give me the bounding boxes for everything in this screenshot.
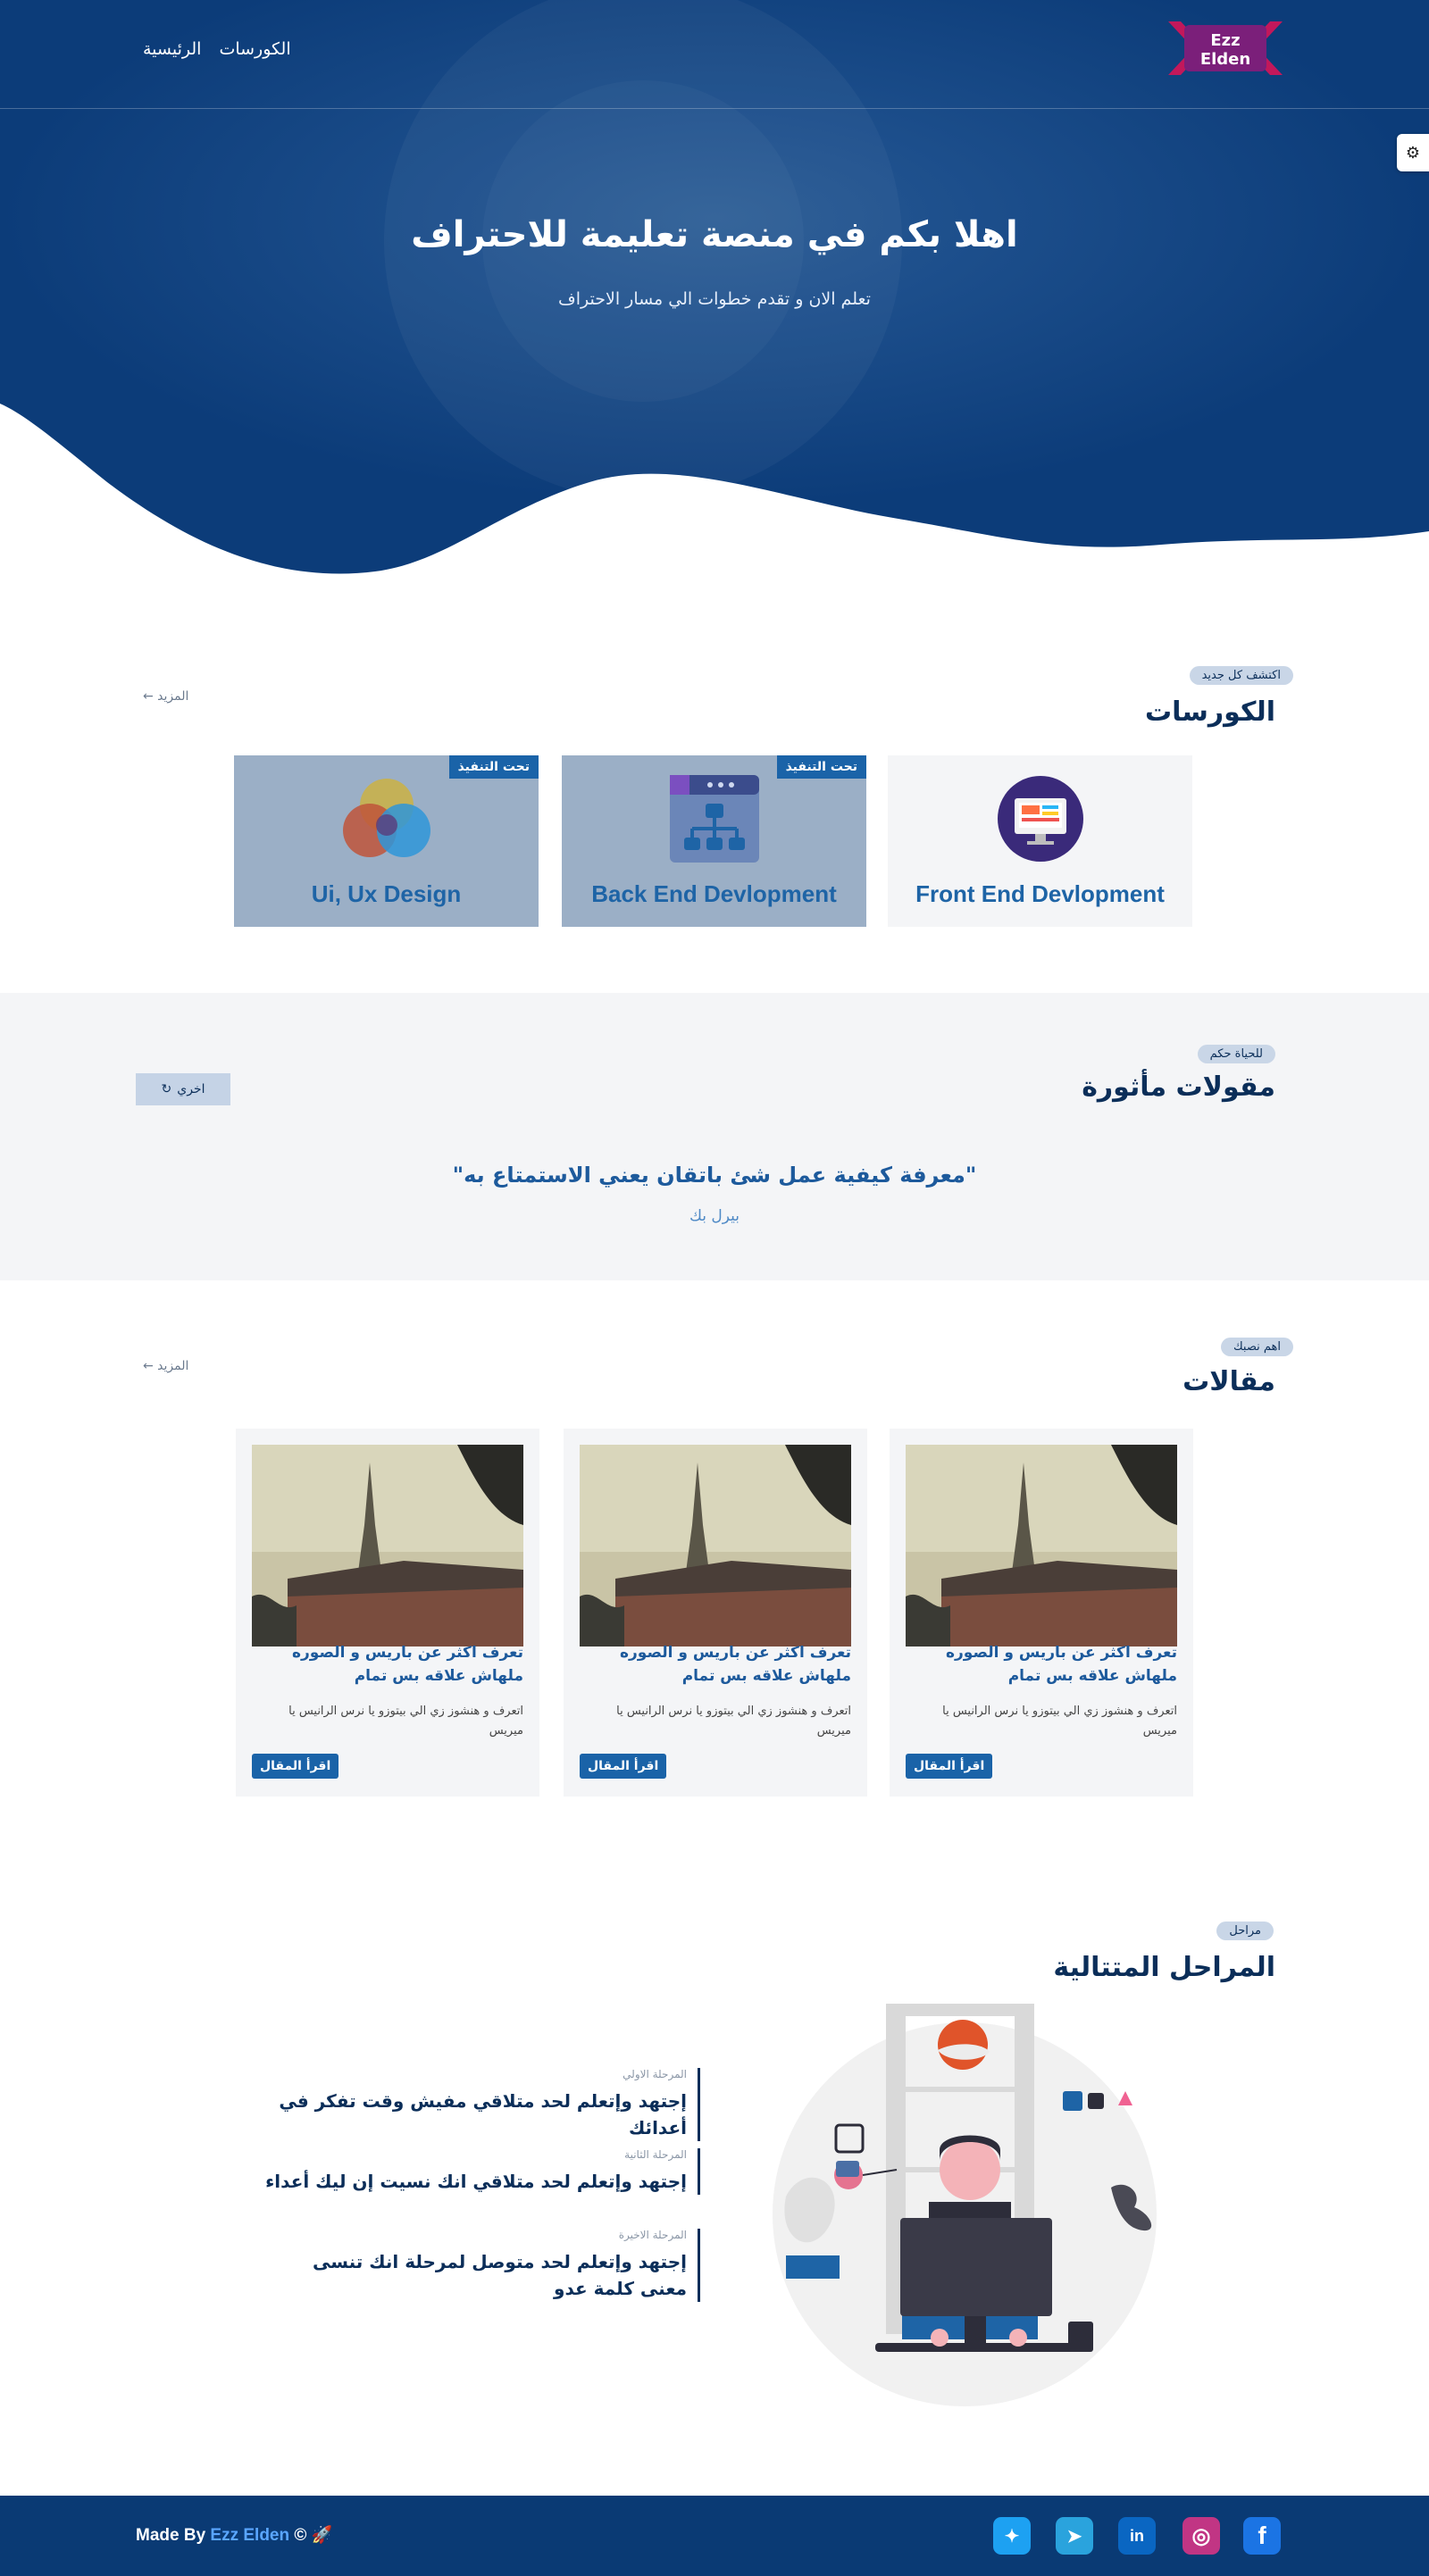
nav-home-link[interactable]: الرئيسية (143, 39, 201, 59)
hero-subtitle: تعلم الان و تقدم خطوات الي مسار الاحتراف (558, 289, 871, 309)
article-description: اتعرف و هنشوز زي الي بيتوزو يا نرس الران… (288, 1705, 523, 1738)
stage-step-1: المرحلة الاولي إجتهد وإتعلم لحد متلاقي م… (263, 2068, 700, 2141)
stage-text: إجتهد وإتعلم لحد متلاقي مفيش وقت تفكر في… (279, 2090, 687, 2138)
stage-step-2: المرحلة الثانية إجتهد وإتعلم لحد متلاقي … (263, 2148, 700, 2195)
article-title[interactable]: تعرف اكثر عن باريس و الصوره ملهاش علاقه … (906, 1641, 1177, 1688)
color-circles-icon (343, 779, 430, 857)
article-card: تعرف اكثر عن باريس و الصوره ملهاش علاقه … (236, 1429, 539, 1797)
articles-more-link[interactable]: المزيد ← (143, 1359, 188, 1373)
hero-section: الرئيسية الكورسات Ezz Elden اهلا بكم في … (0, 0, 1429, 589)
network-icon (670, 775, 759, 863)
made-by-text: Made By Ezz Elden © 🚀 (136, 2524, 332, 2546)
copyright-rocket: © 🚀 (294, 2526, 333, 2545)
stages-badge: مراحل (1216, 1922, 1274, 1940)
nav-courses-link[interactable]: الكورسات (219, 39, 290, 59)
hero-title: اهلا بكم في منصة تعليمة للاحتراف (411, 214, 1018, 255)
made-by-label: Made By (136, 2526, 206, 2545)
telegram-icon[interactable]: ➤ (1056, 2517, 1093, 2555)
quote-text: "معرفة كيفية عمل شئ باتقان يعني الاستمتا… (452, 1163, 977, 1188)
stage-label: المرحلة الاولي (623, 2068, 687, 2080)
article-title[interactable]: تعرف اكثر عن باريس و الصوره ملهاش علاقه … (580, 1641, 851, 1688)
linkedin-icon[interactable]: in (1118, 2517, 1156, 2555)
read-article-button[interactable]: اقرأ المقال (580, 1754, 667, 1779)
courses-badge: اكتشف كل جديد (1189, 666, 1293, 685)
stages-title: المراحل المتتالية (1053, 1952, 1275, 1983)
other-quote-button[interactable]: اخري ↻ (136, 1073, 230, 1105)
twitter-icon[interactable]: ✦ (993, 2517, 1031, 2555)
article-card: تعرف اكثر عن باريس و الصوره ملهاش علاقه … (890, 1429, 1193, 1797)
status-badge: تحت التنفيذ (776, 755, 866, 779)
course-title: Front End Devlopment (915, 880, 1165, 907)
course-card-back-end[interactable]: تحت التنفيذ Back End Devlopment (562, 755, 866, 927)
quotes-title: مقولات مأثورة (1082, 1071, 1275, 1103)
stage-label: المرحلة الاخيرة (618, 2229, 687, 2241)
developer-illustration (773, 2004, 1157, 2406)
stage-label: المرحلة الثانية (624, 2148, 687, 2161)
navbar: الرئيسية الكورسات Ezz Elden (0, 0, 1429, 109)
svg-text:Elden: Elden (1200, 50, 1250, 69)
course-card-ui-ux[interactable]: تحت التنفيذ Ui, Ux Design (234, 755, 539, 927)
read-article-button[interactable]: اقرأ المقال (906, 1754, 993, 1779)
article-title[interactable]: تعرف اكثر عن باريس و الصوره ملهاش علاقه … (252, 1641, 523, 1688)
quotes-badge: للحياة حكم (1197, 1045, 1275, 1063)
page: الرئيسية الكورسات Ezz Elden اهلا بكم في … (0, 0, 1429, 2576)
article-card: تعرف اكثر عن باريس و الصوره ملهاش علاقه … (564, 1429, 867, 1797)
articles-title: مقالات (1182, 1366, 1275, 1397)
svg-text:Ezz: Ezz (1210, 31, 1240, 50)
article-description: اتعرف و هنشوز زي الي بيتوزو يا نرس الران… (616, 1705, 851, 1738)
stage-step-3: المرحلة الاخيرة إجتهد وإتعلم لحد متوصل ل… (263, 2229, 700, 2302)
stage-text: إجتهد وإتعلم لحد متوصل لمرحلة انك تنسى م… (313, 2251, 687, 2299)
nav-links: الرئيسية الكورسات (143, 39, 291, 59)
course-title: Back End Devlopment (591, 880, 837, 907)
article-description: اتعرف و هنشوز زي الي بيتوزو يا نرس الران… (942, 1705, 1177, 1738)
courses-title: الكورسات (1145, 696, 1275, 728)
read-article-button[interactable]: اقرأ المقال (252, 1754, 339, 1779)
article-image (252, 1445, 523, 1646)
settings-gear-icon[interactable]: ⚙ (1397, 134, 1429, 171)
facebook-icon[interactable]: f (1243, 2517, 1281, 2555)
status-badge: تحت التنفيذ (448, 755, 539, 779)
course-card-front-end[interactable]: Front End Devlopment (888, 755, 1192, 927)
refresh-icon: ↻ (161, 1082, 172, 1096)
quote-author: بيرل بك (689, 1207, 740, 1225)
articles-badge: اهم نصبك (1220, 1338, 1293, 1356)
course-title: Ui, Ux Design (311, 880, 462, 907)
monitor-icon (998, 776, 1083, 862)
courses-more-link[interactable]: المزيد ← (143, 689, 188, 704)
footer: Made By Ezz Elden © 🚀 f ◎ in ➤ ✦ (0, 2496, 1429, 2576)
stage-text: إجتهد وإتعلم لحد متلاقي انك نسيت إن ليك … (265, 2171, 687, 2192)
quotes-section (0, 993, 1429, 1280)
article-image (580, 1445, 851, 1646)
instagram-icon[interactable]: ◎ (1182, 2517, 1220, 2555)
author-name[interactable]: Ezz Elden (210, 2526, 289, 2545)
site-logo[interactable]: Ezz Elden (1157, 13, 1293, 84)
article-image (906, 1445, 1177, 1646)
other-quote-label: اخري (177, 1082, 205, 1096)
